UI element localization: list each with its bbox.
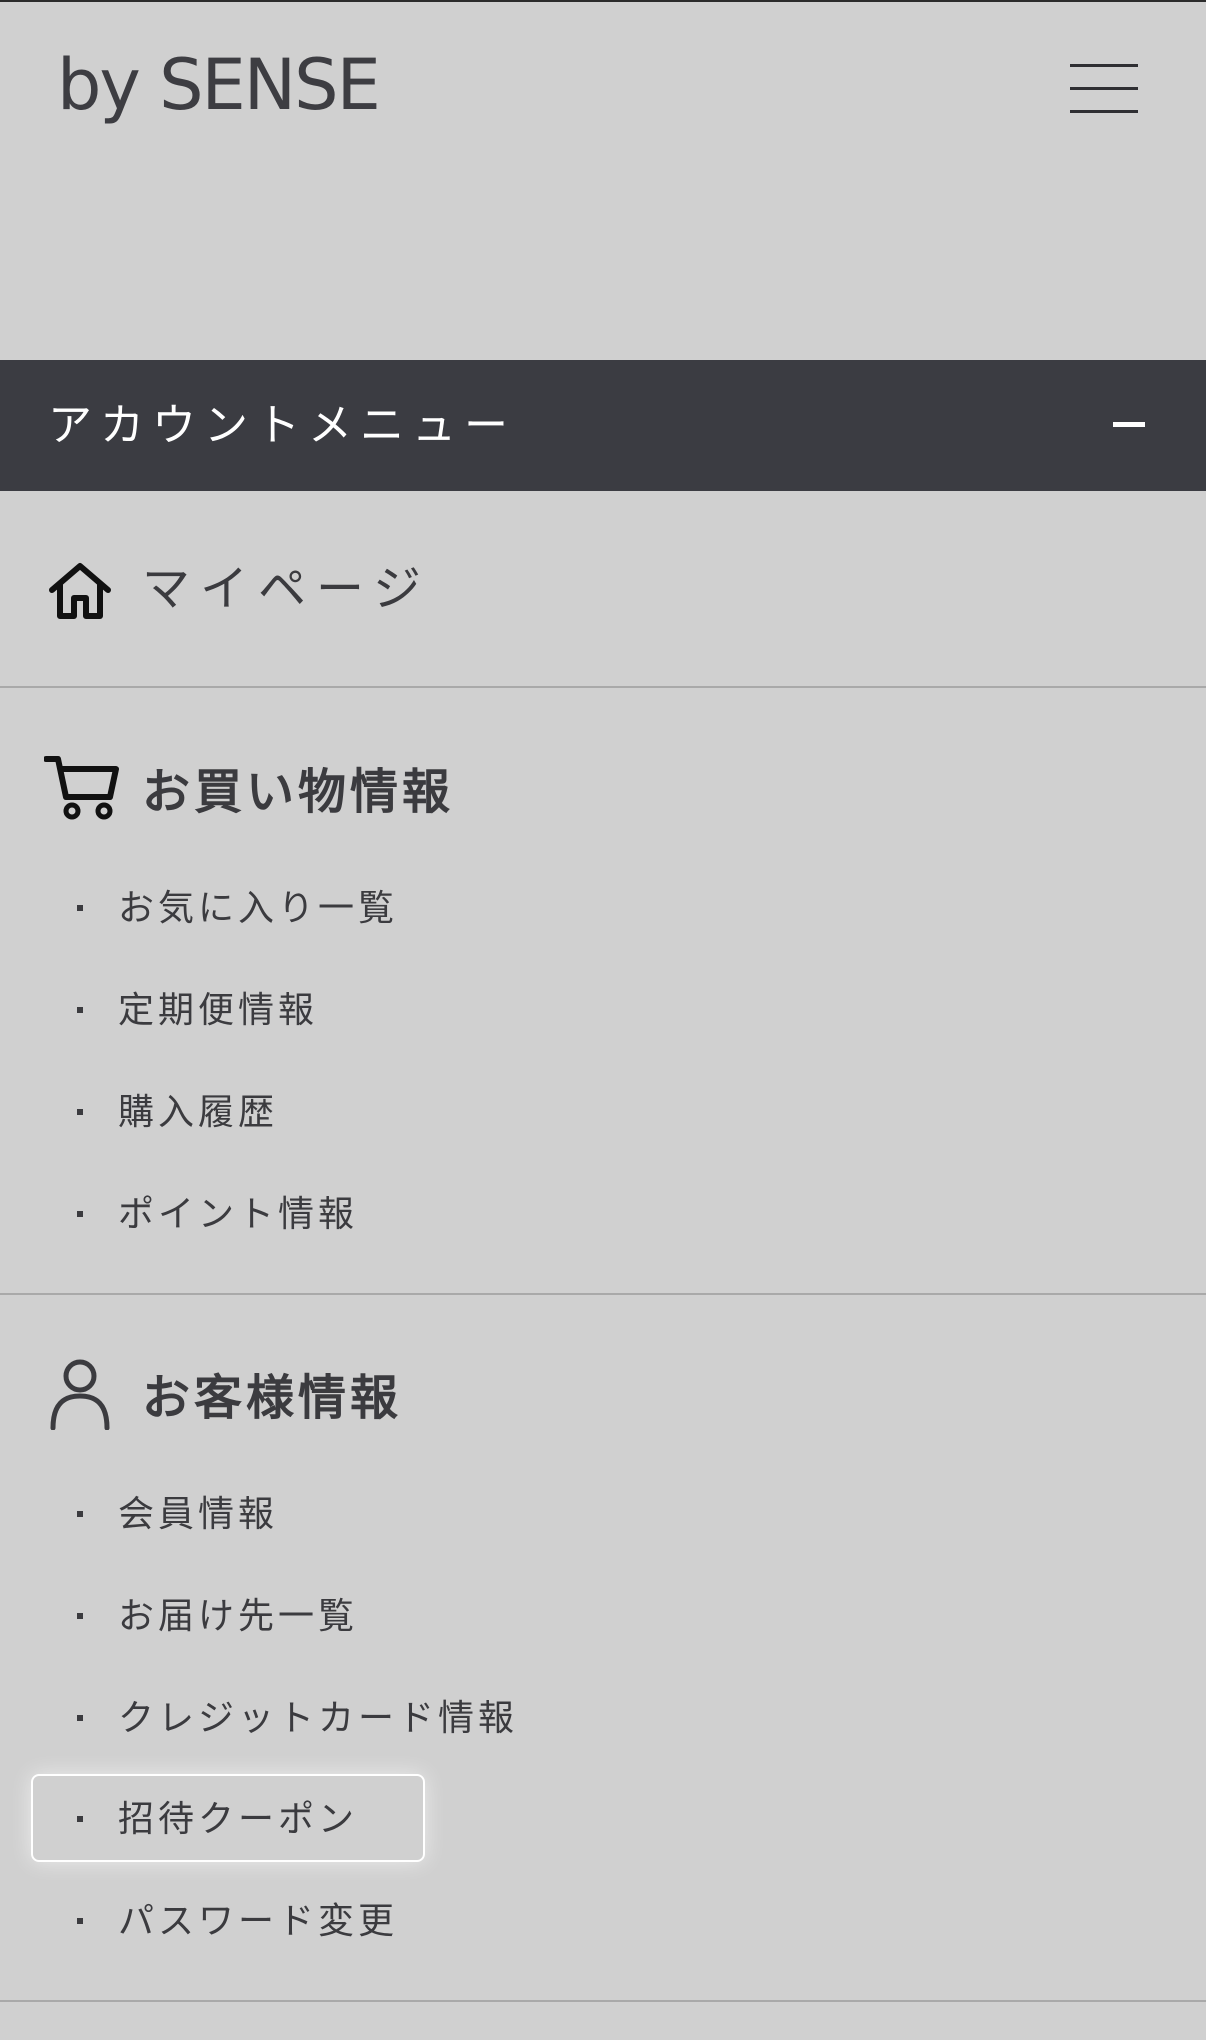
bullet	[77, 1109, 83, 1115]
mypage-link[interactable]: マイページ	[0, 492, 1206, 686]
purchase-history-link[interactable]: 購入履歴	[0, 1083, 700, 1143]
bullet	[77, 1918, 83, 1924]
member-info-label: 会員情報	[118, 1494, 279, 1535]
member-info-link[interactable]: 会員情報	[0, 1485, 700, 1545]
password-change-label: パスワード変更	[118, 1901, 399, 1942]
site-logo[interactable]: by SENSE	[57, 40, 381, 130]
shopping-section-heading: お買い物情報	[0, 742, 1206, 842]
home-icon	[49, 563, 111, 619]
bullet	[77, 1816, 83, 1822]
bullet	[77, 1511, 83, 1517]
account-menu-title: アカウントメニュー	[48, 400, 516, 451]
minus-icon[interactable]	[1113, 422, 1145, 427]
favorites-label: お気に入り一覧	[118, 888, 399, 929]
credit-card-link[interactable]: クレジットカード情報	[0, 1689, 700, 1749]
bullet	[77, 1613, 83, 1619]
points-link[interactable]: ポイント情報	[0, 1185, 700, 1245]
user-icon	[50, 1359, 110, 1430]
subscription-label: 定期便情報	[118, 990, 319, 1031]
invite-coupon-label: 招待クーポン	[118, 1799, 359, 1840]
hamburger-menu-icon[interactable]	[1070, 64, 1138, 114]
addresses-link[interactable]: お届け先一覧	[0, 1587, 700, 1647]
password-change-link[interactable]: パスワード変更	[0, 1892, 700, 1952]
section-divider	[0, 2000, 1206, 2002]
purchase-history-label: 購入履歴	[118, 1092, 279, 1133]
bullet	[77, 1007, 83, 1013]
points-label: ポイント情報	[118, 1194, 359, 1235]
addresses-label: お届け先一覧	[118, 1596, 359, 1637]
customer-section-heading: お客様情報	[0, 1348, 1206, 1448]
subscription-link[interactable]: 定期便情報	[0, 981, 700, 1041]
section-divider	[0, 686, 1206, 688]
hamburger-line	[1070, 87, 1138, 90]
cart-icon	[44, 756, 119, 820]
hamburger-line	[1070, 110, 1138, 113]
site-header: by SENSE	[0, 0, 1206, 360]
customer-section-title: お客様情報	[142, 1370, 403, 1426]
hamburger-line	[1070, 64, 1138, 67]
bullet	[77, 1715, 83, 1721]
account-menu-header[interactable]: アカウントメニュー	[0, 360, 1206, 491]
bullet	[77, 905, 83, 911]
mypage-label: マイページ	[142, 561, 432, 617]
bullet	[77, 1211, 83, 1217]
section-divider	[0, 1293, 1206, 1295]
shopping-section-title: お買い物情報	[142, 764, 455, 820]
invite-coupon-link[interactable]: 招待クーポン	[0, 1790, 700, 1850]
favorites-link[interactable]: お気に入り一覧	[0, 879, 700, 939]
credit-card-label: クレジットカード情報	[118, 1698, 519, 1739]
